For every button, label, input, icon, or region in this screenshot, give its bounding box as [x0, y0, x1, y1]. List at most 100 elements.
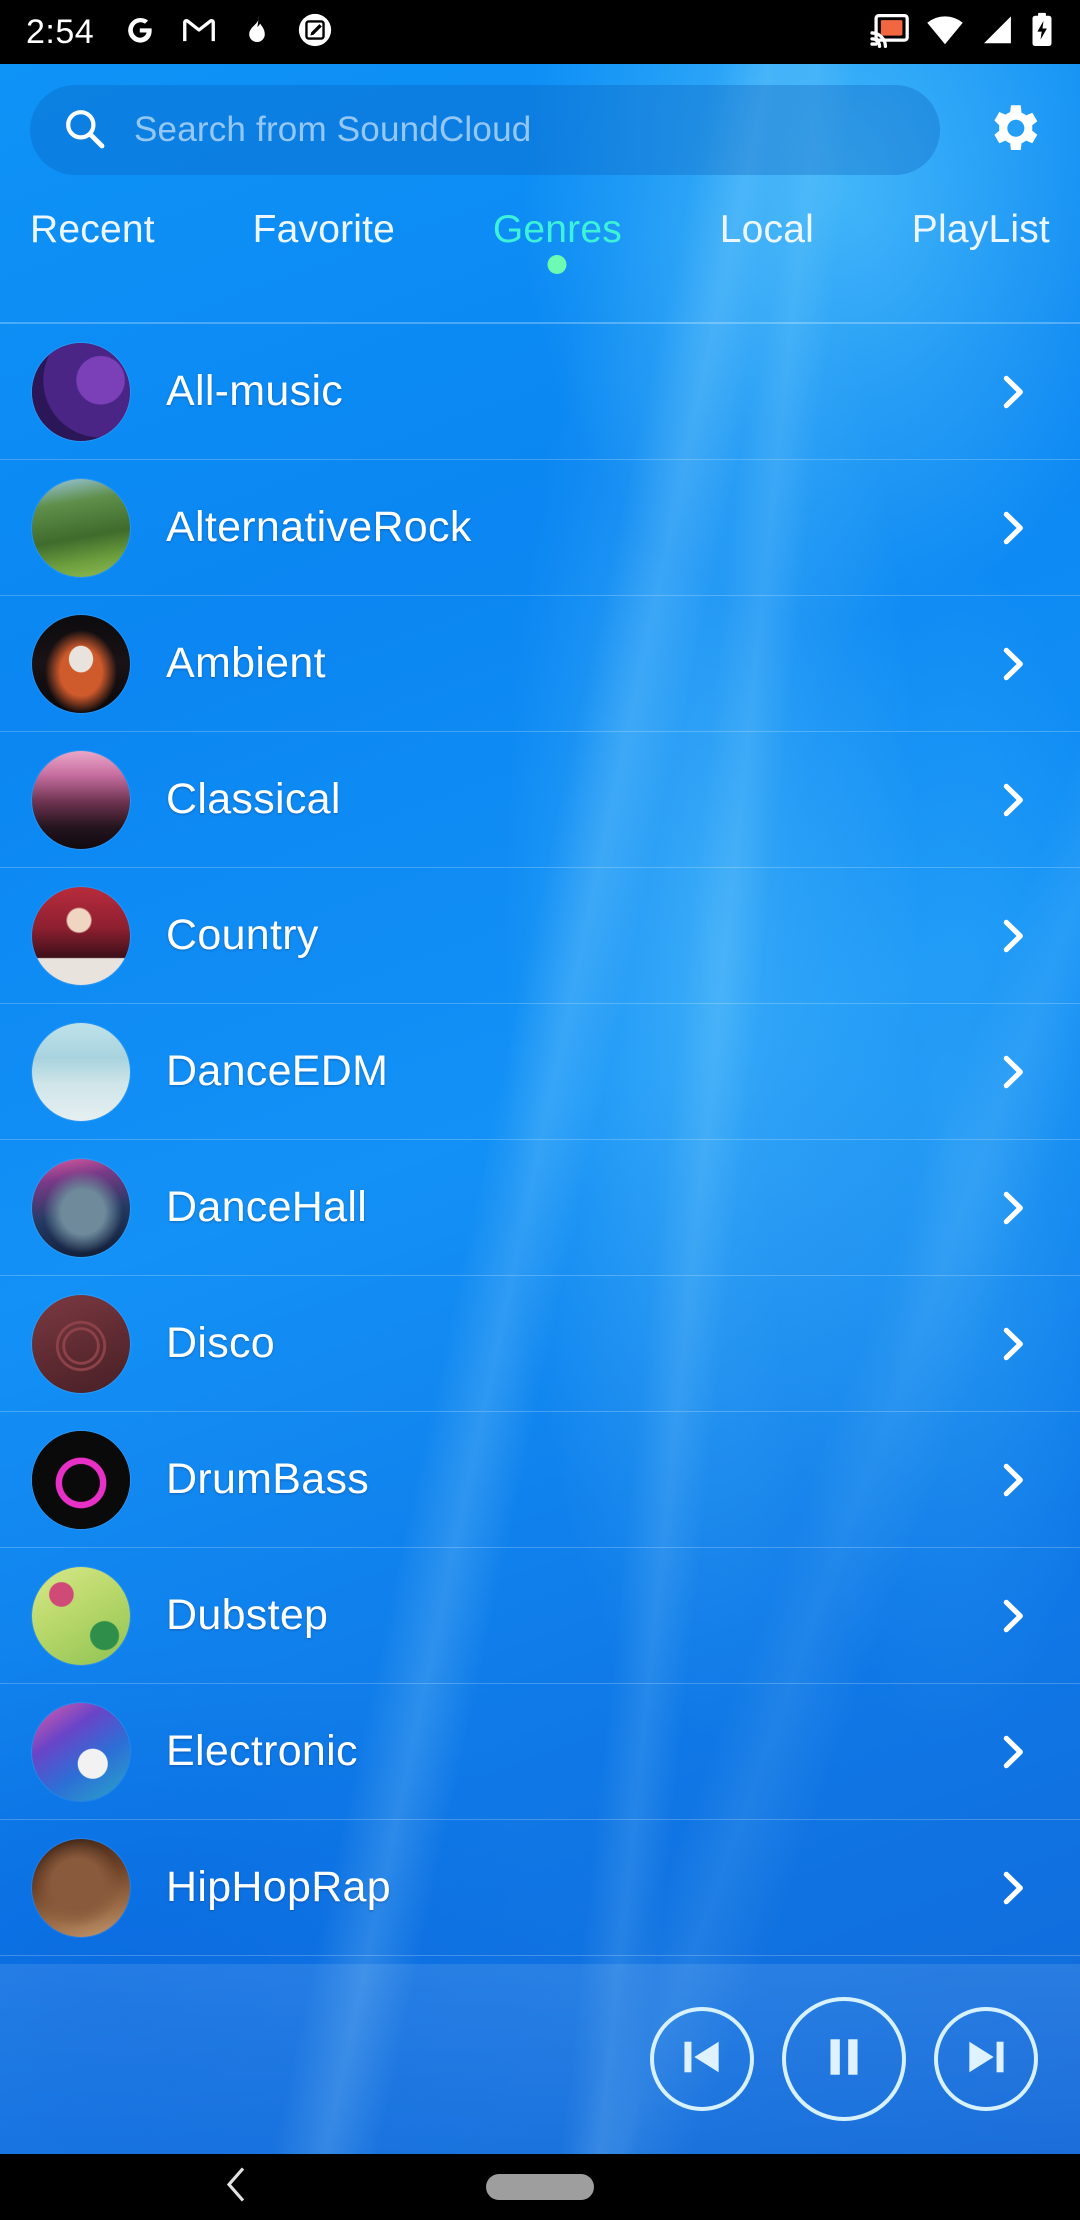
genre-label: AlternativeRock — [166, 503, 472, 551]
tab-playlist[interactable]: PlayList — [904, 202, 1058, 252]
wifi-icon — [926, 14, 964, 51]
flame-icon — [240, 11, 274, 54]
genre-thumbnail — [32, 1022, 130, 1121]
status-bar: 2:54 — [0, 0, 1080, 64]
skip-previous-icon — [675, 2030, 729, 2089]
app-content: Search from SoundCloud Recent Favorite G… — [0, 64, 1080, 2154]
genre-list-item[interactable]: HipHopRap — [0, 1820, 1080, 1956]
next-button[interactable] — [934, 2007, 1038, 2111]
tab-label: Favorite — [252, 208, 396, 251]
genre-list-item[interactable]: DanceHall — [0, 1140, 1080, 1276]
search-placeholder: Search from SoundCloud — [134, 110, 532, 149]
back-chevron-icon[interactable] — [222, 2167, 252, 2208]
status-bar-clock: 2:54 — [26, 12, 95, 51]
search-input[interactable]: Search from SoundCloud — [30, 85, 940, 175]
search-row: Search from SoundCloud — [0, 74, 1080, 186]
album-art — [32, 886, 130, 985]
genre-list-item[interactable]: DrumBass — [0, 1412, 1080, 1548]
genre-thumbnail — [32, 886, 130, 985]
tab-label: PlayList — [911, 208, 1050, 251]
tab-label: Genres — [492, 208, 622, 251]
genre-thumbnail — [32, 614, 130, 713]
cast-icon — [870, 12, 910, 53]
genre-label: Ambient — [166, 639, 326, 687]
album-art — [32, 1158, 130, 1257]
genre-thumbnail — [32, 1158, 130, 1257]
screenshot-edit-icon — [296, 11, 334, 54]
genre-label: All-music — [166, 367, 344, 415]
play-pause-button[interactable] — [782, 1997, 906, 2121]
tab-genres[interactable]: Genres — [485, 202, 630, 274]
chevron-right-icon[interactable] — [992, 508, 1032, 548]
android-navigation-bar — [0, 2154, 1080, 2220]
genre-list-item[interactable]: Country — [0, 868, 1080, 1004]
genre-label: DanceEDM — [166, 1047, 389, 1095]
genre-label: Dubstep — [166, 1591, 329, 1639]
genre-label: Electronic — [166, 1727, 358, 1775]
settings-button[interactable] — [982, 97, 1044, 164]
battery-charging-icon — [1030, 12, 1054, 53]
home-pill-icon[interactable] — [486, 2174, 594, 2200]
genre-list-item[interactable]: All-music — [0, 324, 1080, 460]
status-bar-notification-icons — [120, 11, 334, 54]
chevron-right-icon[interactable] — [992, 1052, 1032, 1092]
genre-list-item[interactable]: DanceEDM — [0, 1004, 1080, 1140]
genre-list-item[interactable]: Dubstep — [0, 1548, 1080, 1684]
genre-list-item[interactable]: Ambient — [0, 596, 1080, 732]
chevron-right-icon[interactable] — [992, 644, 1032, 684]
active-tab-indicator-dot — [547, 255, 567, 274]
album-art — [32, 750, 130, 849]
genre-list-item[interactable]: Classical — [0, 732, 1080, 868]
google-icon — [120, 11, 158, 54]
chevron-right-icon[interactable] — [992, 1324, 1032, 1364]
gmail-icon — [180, 11, 218, 54]
chevron-right-icon[interactable] — [992, 1460, 1032, 1500]
tab-label: Recent — [30, 208, 155, 251]
genre-label: DrumBass — [166, 1455, 370, 1503]
genre-list-item[interactable]: Disco — [0, 1276, 1080, 1412]
tab-label: Local — [719, 208, 814, 251]
genre-thumbnail — [32, 1838, 130, 1937]
genre-label: Country — [166, 911, 319, 959]
genre-thumbnail — [32, 342, 130, 441]
album-art — [32, 1566, 130, 1665]
player-bar — [0, 1964, 1080, 2154]
genre-label: DanceHall — [166, 1183, 368, 1231]
album-art — [32, 478, 130, 577]
tab-favorite[interactable]: Favorite — [245, 202, 403, 252]
genre-label: Classical — [166, 775, 341, 823]
chevron-right-icon[interactable] — [992, 1868, 1032, 1908]
genre-thumbnail — [32, 1430, 130, 1529]
genre-label: Disco — [166, 1319, 276, 1367]
skip-next-icon — [959, 2030, 1013, 2089]
chevron-right-icon[interactable] — [992, 1596, 1032, 1636]
chevron-right-icon[interactable] — [992, 780, 1032, 820]
genre-list-item[interactable]: AlternativeRock — [0, 460, 1080, 596]
album-art — [32, 1702, 130, 1801]
album-art — [32, 1430, 130, 1529]
album-art — [32, 1838, 130, 1937]
gear-icon — [982, 97, 1044, 164]
genre-thumbnail — [32, 750, 130, 849]
tab-local[interactable]: Local — [712, 202, 822, 252]
album-art — [32, 1294, 130, 1393]
genre-label: HipHopRap — [166, 1863, 391, 1911]
chevron-right-icon[interactable] — [992, 916, 1032, 956]
chevron-right-icon[interactable] — [992, 1188, 1032, 1228]
album-art — [32, 1022, 130, 1121]
genre-thumbnail — [32, 1566, 130, 1665]
genre-list[interactable]: All-music AlternativeRock Ambient Classical… — [0, 324, 1080, 1964]
search-icon — [60, 104, 108, 157]
genre-list-item[interactable]: Electronic — [0, 1684, 1080, 1820]
genre-thumbnail — [32, 1294, 130, 1393]
chevron-right-icon[interactable] — [992, 372, 1032, 412]
cellular-signal-icon — [980, 14, 1014, 51]
status-bar-system-icons — [870, 12, 1054, 53]
album-art — [32, 614, 130, 713]
chevron-right-icon[interactable] — [992, 1732, 1032, 1772]
tab-recent[interactable]: Recent — [22, 202, 163, 252]
album-art — [32, 342, 130, 441]
tab-bar-divider — [0, 322, 1080, 324]
previous-button[interactable] — [650, 2007, 754, 2111]
pause-icon — [816, 2029, 872, 2090]
